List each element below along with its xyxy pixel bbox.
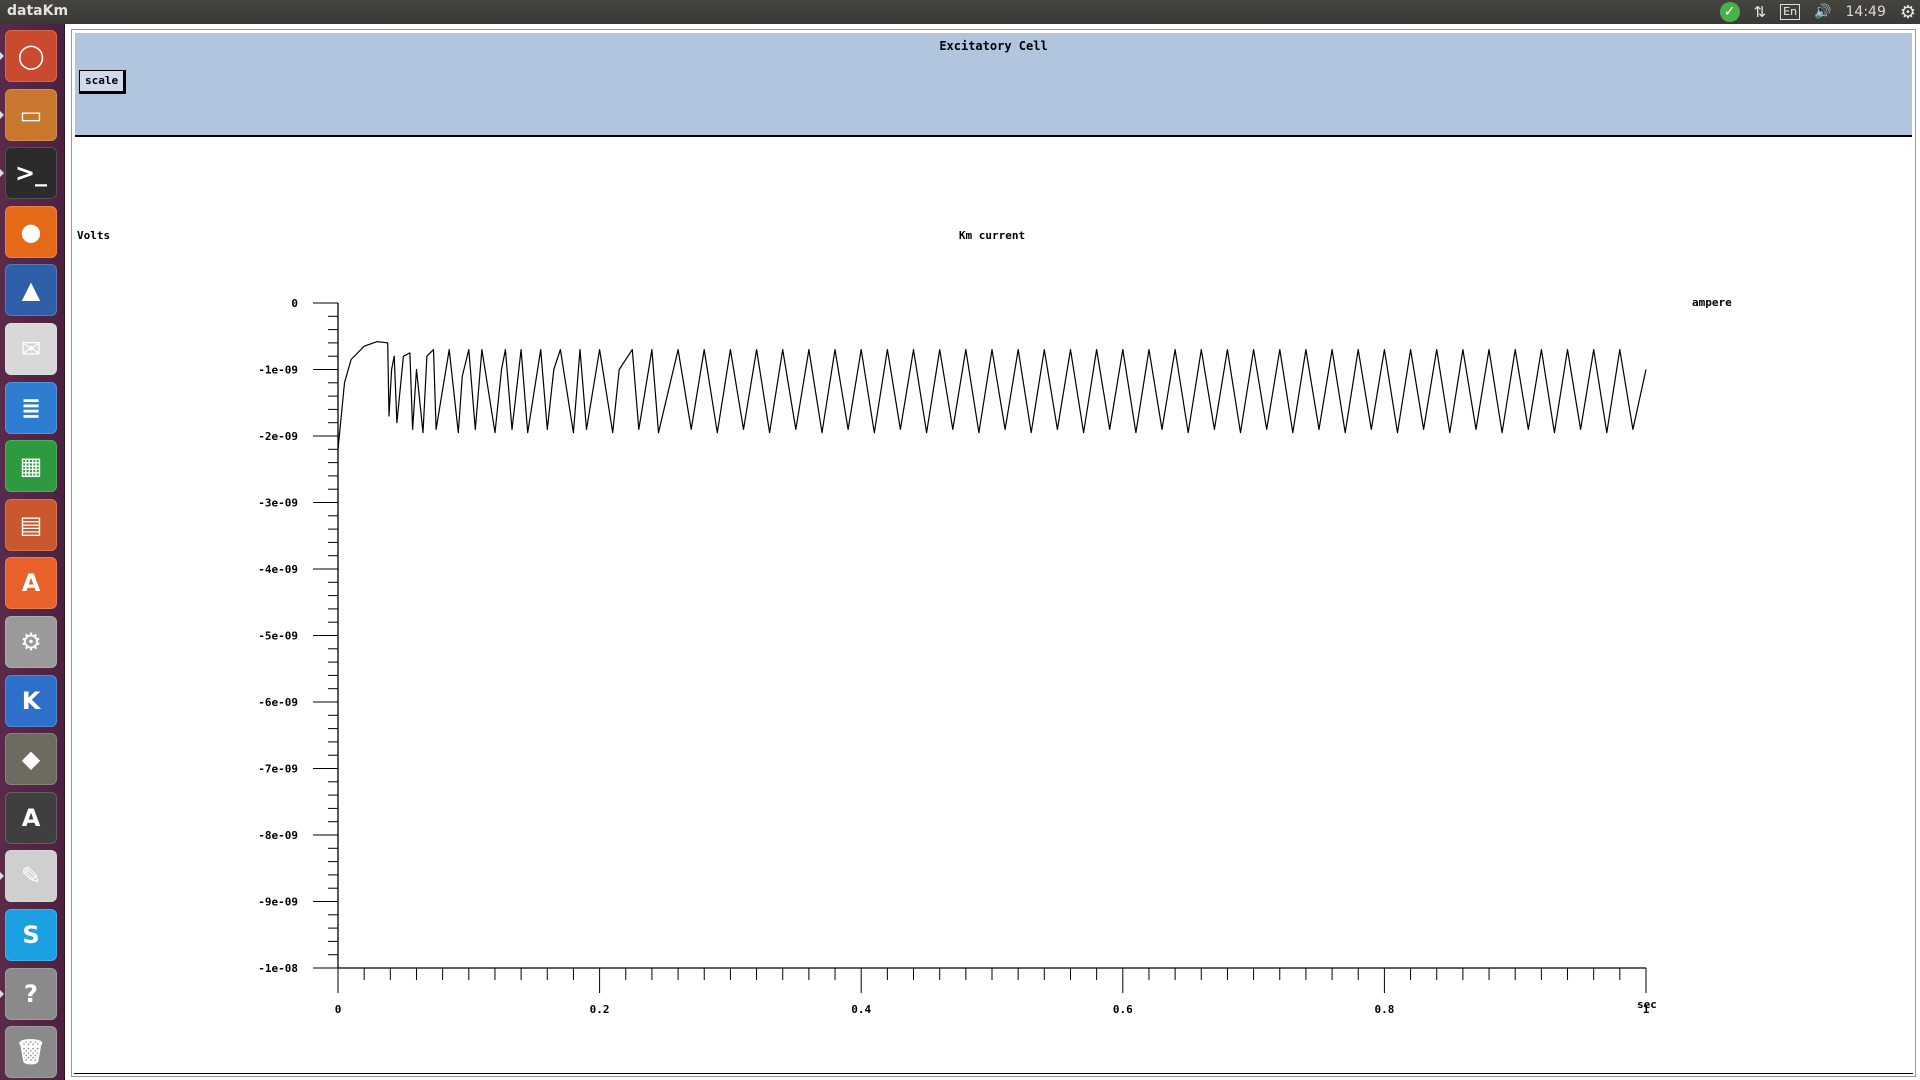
- trace-group: [337, 341, 1647, 450]
- launcher-software-updater-button[interactable]: A: [5, 791, 57, 844]
- skype-icon: S: [22, 921, 40, 949]
- launcher-system-settings-button[interactable]: ⚙: [5, 616, 57, 668]
- x-tick-label: 0.6: [1113, 1003, 1133, 1016]
- window-title: Excitatory Cell: [939, 39, 1048, 53]
- y-tick-label: -6e-09: [258, 696, 298, 709]
- launcher-software-center-button[interactable]: A: [5, 557, 57, 610]
- app-window: Excitatory Cell scale Volts Km current a…: [71, 29, 1916, 1077]
- top-panel: dataKm ✓ ⇅ En 🔊 14:49 ⚙: [0, 0, 1920, 24]
- x-tick-label: 1: [1643, 1003, 1650, 1016]
- x-tick-label: 0.2: [590, 1003, 610, 1016]
- launcher-skype-button[interactable]: S: [5, 909, 57, 961]
- ubuntu-logo-icon: ◯: [17, 42, 45, 70]
- y-tick-label: -9e-09: [258, 896, 298, 909]
- file-cabinet-icon: ▭: [19, 100, 43, 129]
- launcher-calc-button[interactable]: ▦: [5, 440, 57, 493]
- launcher-text-editor-button[interactable]: ✎: [5, 850, 57, 903]
- network-icon[interactable]: ⇅: [1754, 3, 1767, 21]
- terminal-icon: >_: [14, 159, 48, 188]
- launcher: ◯ ▭ >_ ● ▲ ✉ ≣ ▦ ▤ A ⚙ K ◆ A ✎ S? 🗑: [0, 24, 65, 1080]
- y-axis-label-right: ampere: [1692, 296, 1732, 309]
- envelope-icon: ✉: [20, 335, 42, 363]
- x-tick-label: 0.4: [851, 1003, 871, 1016]
- running-indicator: [0, 169, 4, 178]
- y-tick-label: -5e-09: [258, 630, 298, 643]
- system-tray: ✓ ⇅ En 🔊 14:49 ⚙: [1719, 0, 1920, 24]
- axes-group: [337, 303, 1646, 969]
- launcher-matlab-button[interactable]: ▲: [5, 264, 57, 317]
- launcher-mail-button[interactable]: ✉: [5, 323, 57, 375]
- ticks-group: 0 -1e-09 -2e-09 -3e-09 -4e-09 -5e-09 -6e-09 -7e…: [258, 297, 1649, 1016]
- running-indicator: [0, 110, 4, 119]
- running-indicator: [0, 52, 4, 60]
- matlab-icon: ▲: [21, 276, 41, 305]
- y-tick-label: -7e-09: [258, 763, 298, 776]
- launcher-kile-button[interactable]: K: [5, 674, 57, 727]
- y-tick-label: -3e-09: [258, 497, 298, 510]
- clock[interactable]: 14:49: [1846, 4, 1886, 20]
- help-icon: ?: [24, 979, 38, 1008]
- launcher-help-button[interactable]: ?: [5, 967, 57, 1020]
- km-current-trace: [337, 341, 1647, 450]
- shopping-bag-icon: A: [21, 569, 41, 598]
- chart-title: Km current: [959, 229, 1025, 242]
- spreadsheet-icon: ▦: [19, 452, 43, 481]
- scale-button[interactable]: scale: [79, 70, 127, 94]
- window-bottom-edge: [74, 1073, 1913, 1074]
- gimp-icon: ◆: [21, 745, 41, 774]
- launcher-impress-button[interactable]: ▤: [5, 498, 57, 551]
- settings-gear-icon: ⚙: [20, 628, 42, 656]
- km-current-graph: Volts Km current ampere sec 0-1e-09-2e-0…: [77, 229, 1732, 1016]
- y-tick-label: -2e-09: [258, 430, 298, 443]
- kile-icon: K: [21, 686, 41, 715]
- running-indicator: [0, 989, 4, 998]
- x-tick-label: 0: [335, 1003, 342, 1016]
- graph-area: Volts Km current ampere sec 0 -1e-09 -2e-0…: [72, 138, 1915, 1076]
- launcher-terminal-button[interactable]: >_: [5, 147, 57, 200]
- presentation-icon: ▤: [19, 510, 43, 539]
- launcher-files-button[interactable]: ▭: [5, 88, 57, 141]
- keyboard-icon[interactable]: En: [1780, 4, 1801, 20]
- launcher-firefox-button[interactable]: ●: [5, 205, 57, 258]
- updater-icon: A: [21, 803, 41, 832]
- running-indicator: [0, 872, 4, 881]
- launcher-writer-button[interactable]: ≣: [5, 381, 57, 434]
- y-tick-label: -1e-08: [258, 962, 298, 975]
- gear-icon[interactable]: ⚙: [1900, 2, 1916, 23]
- launcher-trash-button[interactable]: 🗑: [5, 1026, 57, 1079]
- x-tick-label: 0.8: [1374, 1003, 1394, 1016]
- window-header-panel: Excitatory Cell scale: [75, 33, 1912, 137]
- y-axis-label-left: Volts: [77, 229, 110, 242]
- volume-icon[interactable]: 🔊: [1814, 4, 1831, 20]
- text-editor-icon: ✎: [20, 862, 42, 891]
- document-icon: ≣: [20, 393, 42, 422]
- active-app-title: dataKm: [7, 3, 69, 19]
- y-tick-label: 0: [291, 297, 298, 310]
- y-tick-label: -1e-09: [258, 364, 298, 377]
- launcher-gimp-button[interactable]: ◆: [5, 733, 57, 786]
- firefox-icon: ●: [20, 217, 42, 246]
- trash-icon: 🗑: [15, 1038, 47, 1067]
- y-tick-label: -4e-09: [258, 563, 298, 576]
- update-ok-icon[interactable]: ✓: [1719, 2, 1740, 22]
- launcher-ubuntu-home-button[interactable]: ◯: [5, 30, 57, 82]
- y-tick-label: -8e-09: [258, 829, 298, 842]
